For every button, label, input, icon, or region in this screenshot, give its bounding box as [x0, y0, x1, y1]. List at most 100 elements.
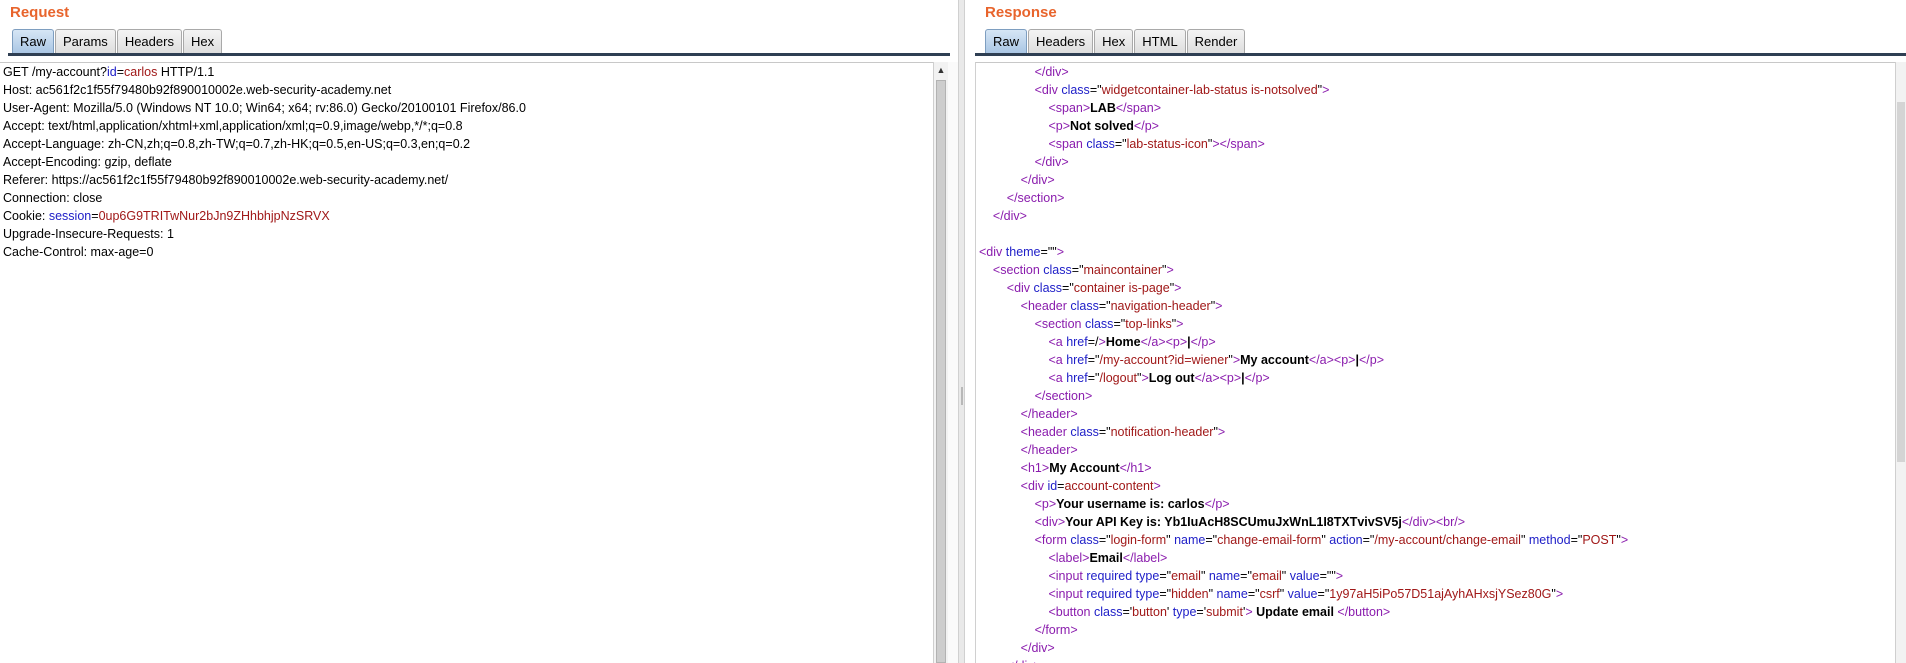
response-token: =" [1098, 299, 1111, 313]
response-token: </p> [1133, 119, 1159, 133]
response-token: Your username is: carlos [1056, 497, 1205, 511]
response-line: <div class="container is-page"> [976, 279, 1906, 297]
response-token: href [1066, 371, 1088, 385]
response-token: <header [979, 425, 1071, 439]
response-token: </section> [979, 191, 1065, 205]
response-token: =" [1071, 263, 1084, 277]
scroll-up-arrow-icon[interactable]: ▲ [934, 62, 948, 78]
response-tabbar: Raw Headers Hex HTML Render [965, 24, 1906, 56]
response-scroll-thumb[interactable] [1897, 102, 1905, 462]
request-editor[interactable]: GET /my-account?id=carlos HTTP/1.1 Host: … [0, 62, 948, 663]
response-tabs: Raw Headers Hex HTML Render [985, 29, 1246, 53]
request-line: Cookie: session=0up6G9TRITwNur2bJn9ZHhbh… [0, 207, 948, 225]
request-tab-raw[interactable]: Raw [12, 29, 55, 53]
response-token: class [1070, 299, 1099, 313]
response-line: </div> [976, 657, 1906, 663]
response-token: </button> [1337, 605, 1391, 619]
response-token: </p> [1190, 335, 1216, 349]
response-token: <section [979, 317, 1085, 331]
response-token: =" [1247, 587, 1260, 601]
response-token: hidden [1171, 587, 1209, 601]
response-token: > [1153, 479, 1161, 493]
response-tab-raw[interactable]: Raw [985, 29, 1028, 53]
response-token: " [1200, 569, 1209, 583]
response-token: =' [1122, 605, 1133, 619]
response-token: <a [979, 371, 1067, 385]
response-token: csrf [1259, 587, 1280, 601]
request-token: id [106, 65, 117, 79]
response-token: class [1086, 137, 1115, 151]
response-token: </h1> [1119, 461, 1152, 475]
request-scroll-thumb[interactable] [936, 80, 946, 663]
response-line: </form> [976, 621, 1906, 639]
response-token: > [1141, 371, 1149, 385]
response-token: login-form [1110, 533, 1167, 547]
request-token: HTTP/1.1 [157, 65, 215, 79]
request-tab-params[interactable]: Params [55, 29, 116, 53]
response-tab-render[interactable]: Render [1186, 29, 1246, 53]
response-token: required type [1086, 569, 1160, 583]
request-token: Accept-Encoding: gzip, deflate [3, 155, 172, 169]
response-line: <button class='button' type='submit'> Up… [976, 603, 1906, 621]
response-token: class [1084, 317, 1114, 331]
response-token: name [1216, 587, 1248, 601]
divider-grip-icon[interactable] [961, 387, 963, 405]
response-token: Your API Key is: Yb1IuAcH8SCUmuJxWnL1I8T… [1065, 515, 1402, 529]
response-token: </div> [979, 155, 1069, 169]
response-scrollbar[interactable] [1895, 62, 1906, 663]
response-token: > [1322, 83, 1330, 97]
response-token: class [1093, 605, 1123, 619]
response-tab-html[interactable]: HTML [1134, 29, 1186, 53]
request-line: Accept-Language: zh-CN,zh;q=0.8,zh-TW;q=… [0, 135, 948, 153]
split-divider[interactable] [958, 0, 965, 663]
request-scrollbar[interactable]: ▲ [933, 62, 948, 663]
response-line: <input required type="hidden" name="csrf… [976, 585, 1906, 603]
response-tab-headers[interactable]: Headers [1028, 29, 1094, 53]
request-line: User-Agent: Mozilla/5.0 (Windows NT 10.0… [0, 99, 948, 117]
response-token: 1y97aH5iPo57D51ajAyhAHxsjYSez80G [1329, 587, 1552, 601]
response-tab-hex[interactable]: Hex [1094, 29, 1134, 53]
response-token: submit [1206, 605, 1243, 619]
response-line: <p>Not solved</p> [976, 117, 1906, 135]
request-line: Accept: text/html,application/xhtml+xml,… [0, 117, 948, 135]
response-token: </div> [979, 65, 1069, 79]
response-token: <input [979, 569, 1087, 583]
response-token: type [1172, 605, 1197, 619]
response-token: <a [979, 353, 1067, 367]
request-tabs: Raw Params Headers Hex [12, 29, 223, 53]
response-token: " [1520, 533, 1529, 547]
response-line: <span>LAB</span> [976, 99, 1906, 117]
response-token: <span> [979, 101, 1091, 115]
response-pane: Response Raw Headers Hex HTML Render </div> … [965, 0, 1906, 663]
response-token: ="" [1319, 569, 1336, 583]
response-token: id [1047, 479, 1058, 493]
response-line: <form class="login-form" name="change-em… [976, 531, 1906, 549]
response-line: </div> [976, 639, 1906, 657]
request-tab-headers[interactable]: Headers [116, 29, 182, 53]
response-token: href [1066, 353, 1088, 367]
response-line: <section class="top-links"> [976, 315, 1906, 333]
request-title: Request [10, 4, 70, 21]
response-token: =" [1113, 317, 1126, 331]
response-editor[interactable]: </div> <div class="widgetcontainer-lab-s… [975, 62, 1906, 663]
response-line: <input required type="email" name="email… [976, 567, 1906, 585]
request-token: Upgrade-Insecure-Requests: 1 [3, 227, 174, 241]
response-line: <span class="lab-status-icon"></span> [976, 135, 1906, 153]
request-tab-rule [8, 53, 950, 56]
request-tab-hex[interactable]: Hex [182, 29, 223, 53]
response-token: =" [1159, 569, 1172, 583]
response-token: <button [979, 605, 1094, 619]
response-line: </div> [976, 153, 1906, 171]
response-line: <a href="/logout">Log out</a><p>|</p> [976, 369, 1906, 387]
request-pane: Request Raw Params Headers Hex GET /my-acco… [0, 0, 958, 663]
response-token: </div> [979, 173, 1055, 187]
request-gutter [948, 62, 958, 663]
request-token: carlos [124, 65, 158, 79]
response-token: <div [979, 479, 1048, 493]
response-token: </div> [979, 641, 1055, 655]
response-token: top-links [1125, 317, 1172, 331]
request-token: = [91, 209, 99, 223]
response-line: <section class="maincontainer"> [976, 261, 1906, 279]
response-token: action [1329, 533, 1363, 547]
response-token: " [1208, 587, 1217, 601]
